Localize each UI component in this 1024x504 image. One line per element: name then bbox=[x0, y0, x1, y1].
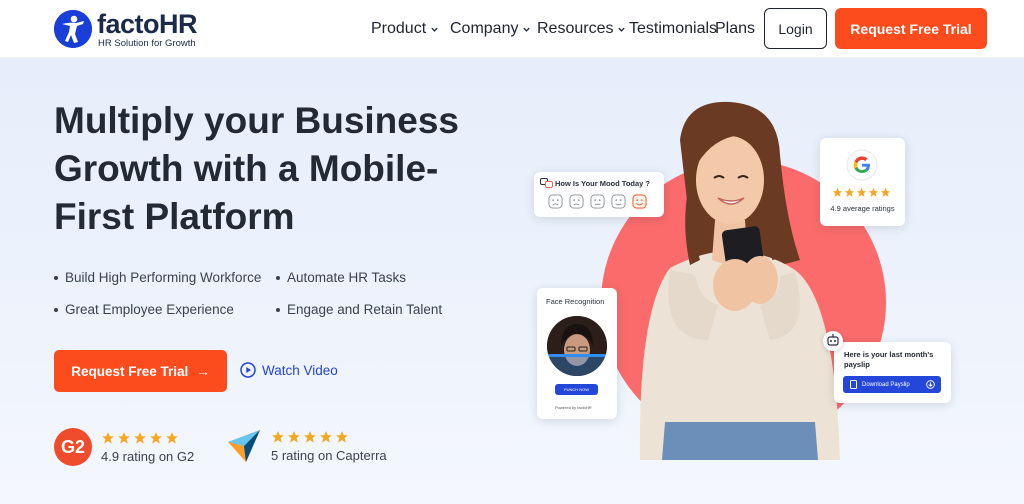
mood-chat-icon bbox=[540, 178, 553, 188]
g2-rating: G2 4.9 rating on G2 bbox=[54, 428, 194, 466]
payslip-card: Here is your last month's payslip Downlo… bbox=[834, 342, 951, 403]
mood-card-title: How Is Your Mood Today ? bbox=[555, 179, 650, 188]
face-happy-icon[interactable] bbox=[611, 194, 626, 209]
face-card-title: Face Recognition bbox=[546, 297, 605, 306]
capterra-logo-icon bbox=[228, 430, 260, 462]
factohr-logo[interactable]: factoHR HR Solution for Growth bbox=[54, 9, 214, 49]
hero-woman-image bbox=[600, 100, 850, 460]
g2-stars bbox=[101, 431, 194, 445]
star-icon bbox=[844, 187, 855, 197]
face-sad-icon[interactable] bbox=[569, 194, 584, 209]
bullet-item: Automate HR Tasks bbox=[276, 270, 406, 285]
star-icon bbox=[150, 431, 162, 444]
face-very-sad-icon[interactable] bbox=[548, 194, 563, 209]
star-icon bbox=[272, 430, 284, 443]
star-icon bbox=[134, 431, 146, 444]
login-button[interactable]: Login bbox=[764, 8, 827, 49]
bullet-dot-icon bbox=[276, 307, 280, 312]
bullet-dot-icon bbox=[276, 275, 280, 280]
site-header: factoHR HR Solution for Growth Product C… bbox=[0, 0, 1024, 58]
nav-product[interactable]: Product bbox=[371, 20, 439, 38]
bullet-dot-icon bbox=[54, 307, 58, 312]
google-logo-icon bbox=[846, 149, 878, 181]
bullet-text: Engage and Retain Talent bbox=[287, 302, 443, 317]
bullet-text: Build High Performing Workforce bbox=[65, 270, 262, 285]
star-icon bbox=[166, 431, 178, 444]
bullet-dot-icon bbox=[54, 275, 58, 280]
chevron-down-icon bbox=[523, 27, 531, 32]
chevron-down-icon bbox=[431, 27, 438, 32]
bullet-item: Engage and Retain Talent bbox=[276, 302, 442, 317]
face-neutral-icon[interactable] bbox=[590, 194, 605, 209]
face-photo-image bbox=[547, 316, 607, 376]
bullet-text: Automate HR Tasks bbox=[287, 270, 407, 285]
request-trial-button-header[interactable]: Request Free Trial bbox=[835, 8, 987, 49]
nav-testimonials-label: Testimonials bbox=[629, 20, 718, 37]
star-icon bbox=[102, 431, 114, 444]
star-icon bbox=[856, 187, 867, 197]
g2-badge-icon: G2 bbox=[54, 428, 92, 466]
arrow-right-icon: → bbox=[196, 363, 210, 379]
nav-plans[interactable]: Plans bbox=[715, 20, 755, 38]
download-icon bbox=[926, 380, 935, 389]
punch-now-button[interactable]: PUNCH NOW bbox=[555, 384, 598, 395]
face-very-happy-icon[interactable] bbox=[632, 194, 647, 209]
payslip-card-title: Here is your last month's payslip bbox=[844, 350, 934, 369]
chatbot-avatar-icon bbox=[823, 331, 843, 351]
star-icon bbox=[336, 430, 348, 443]
star-icon bbox=[304, 430, 316, 443]
star-icon bbox=[880, 187, 891, 197]
nav-company-label: Company bbox=[450, 20, 519, 37]
watch-video-link[interactable]: Watch Video bbox=[240, 362, 338, 378]
hero-headline: Multiply your Business Growth with a Mob… bbox=[54, 100, 460, 237]
play-circle-icon bbox=[240, 362, 256, 378]
chevron-down-icon bbox=[618, 27, 626, 32]
logo-mark-icon bbox=[54, 10, 92, 48]
nav-testimonials[interactable]: Testimonials bbox=[629, 20, 717, 38]
download-payslip-button[interactable]: Download Payslip bbox=[843, 376, 941, 393]
face-recognition-card: Face Recognition PUNCH NOW Powered by fa… bbox=[537, 288, 617, 419]
request-trial-button-hero[interactable]: Request Free Trial → bbox=[54, 350, 227, 392]
nav-product-label: Product bbox=[371, 20, 427, 37]
nav-company[interactable]: Company bbox=[450, 20, 531, 38]
g2-rating-text: 4.9 rating on G2 bbox=[101, 448, 195, 464]
document-icon bbox=[850, 380, 857, 389]
bullet-text: Great Employee Experience bbox=[65, 302, 234, 317]
nav-resources[interactable]: Resources bbox=[537, 20, 626, 38]
bullet-item: Great Employee Experience bbox=[54, 302, 234, 317]
google-rating-text: 4.9 average ratings bbox=[830, 204, 895, 213]
star-icon bbox=[288, 430, 300, 443]
logo-tagline: HR Solution for Growth bbox=[98, 38, 196, 49]
capterra-rating-text: 5 rating on Capterra bbox=[271, 447, 387, 463]
cta-label: Request Free Trial bbox=[71, 363, 189, 379]
mood-card: How Is Your Mood Today ? bbox=[534, 172, 664, 217]
star-icon bbox=[320, 430, 332, 443]
star-icon bbox=[868, 187, 879, 197]
logo-name: factoHR bbox=[97, 9, 198, 39]
capterra-stars bbox=[271, 430, 387, 444]
powered-by-text: Powered by factoHR bbox=[555, 405, 592, 410]
watch-video-label: Watch Video bbox=[262, 362, 338, 378]
star-icon bbox=[832, 187, 843, 197]
nav-resources-label: Resources bbox=[537, 20, 614, 37]
star-icon bbox=[118, 431, 130, 444]
nav-plans-label: Plans bbox=[715, 20, 756, 37]
capterra-rating: 5 rating on Capterra bbox=[226, 428, 387, 464]
google-rating-card: 4.9 average ratings bbox=[820, 138, 905, 226]
bullet-item: Build High Performing Workforce bbox=[54, 270, 261, 285]
mood-faces bbox=[548, 194, 647, 209]
google-stars bbox=[832, 187, 891, 198]
download-payslip-label: Download Payslip bbox=[862, 381, 910, 388]
